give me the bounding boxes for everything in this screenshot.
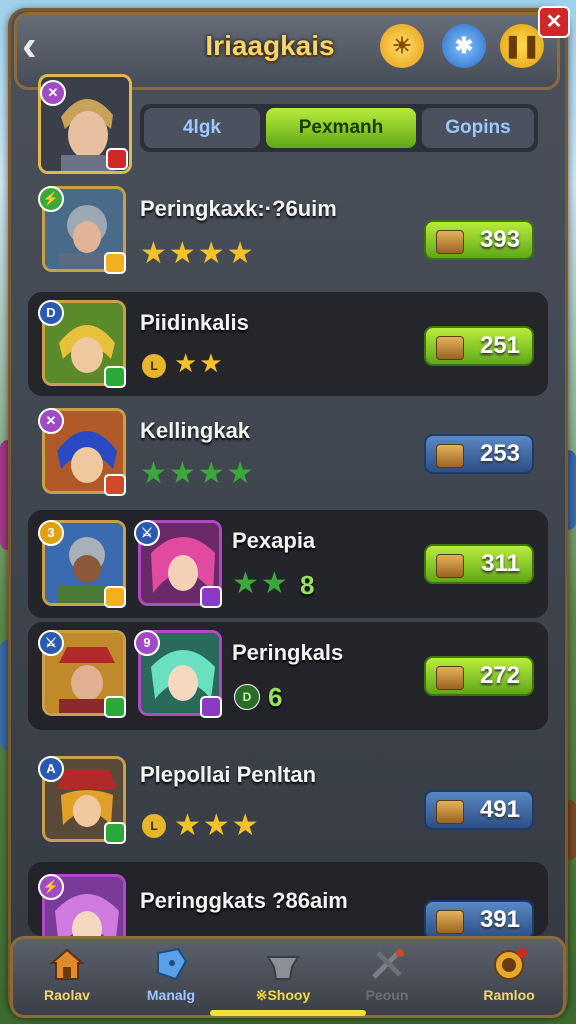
hero-name: Plepollai Penltan [140,762,317,787]
buy-button[interactable]: 391 [424,900,534,936]
hero-count: 6 [268,682,283,712]
class-badge-icon: ⚡ [38,186,64,212]
hero-name: Pexapia [232,528,316,553]
tab-bar: 4lgk Pexmanh Gopins [140,104,538,152]
buy-button[interactable]: 272 [424,656,534,696]
class-badge-icon: 3 [38,520,64,546]
class-badge-icon: A [38,756,64,782]
star-rating: ★★★★ [140,237,256,270]
bottom-nav: Raolav Manalg ※Shooy Peoun Ramloo [10,936,566,1018]
class-badge-icon: ✕ [38,408,64,434]
buy-button[interactable]: 251 [424,326,534,366]
chest-icon [436,666,464,690]
tab-gopins[interactable]: Gopins [422,108,534,148]
plus-badge-icon [104,696,126,718]
class-badge-icon: ⚔ [134,520,160,546]
star-badge-icon [104,252,126,274]
plus-badge-icon [104,822,126,844]
hero-name: Peringkals [232,640,344,665]
level-badge: L [142,814,166,838]
hero-name: Piidinkalis [140,310,249,335]
tab-pexmanh[interactable]: Pexmanh [266,108,416,148]
back-button[interactable]: ‹ [22,24,62,70]
plus-badge-icon [104,366,126,388]
swords-icon [372,949,404,979]
rank-star-icon [106,148,128,170]
fan-icon[interactable]: ✱ [442,24,486,68]
hero-name: Peringgkats ?86aim [140,888,348,913]
tab-alight[interactable]: 4lgk [144,108,260,148]
list-item[interactable]: ⚔ 9 Peringkals D 6 272 [28,622,548,730]
chest-icon [436,336,464,360]
home-icon [49,948,85,980]
class-badge-icon: 9 [134,630,160,656]
gem-badge-icon [200,696,222,718]
list-item[interactable]: A Plepollai Penltan L ★★★ 491 [28,744,548,852]
chest-icon [436,230,464,254]
hero-name: Peringkaxk:·?6uim [140,196,337,221]
list-item[interactable]: ⚡ Peringkaxk:·?6uim ★★★★ 393 [28,178,548,282]
nav-item-ramloo[interactable]: Ramloo [459,947,559,1013]
pouch-icon [494,948,527,980]
list-item[interactable]: D Piidinkalis L ★★ 251 [28,292,548,396]
list-item[interactable]: 3 ⚔ Pexapia ★★ 8 311 [28,510,548,618]
star-rating: ★★ [232,567,290,600]
nav-item-peoun[interactable]: Peoun [337,947,437,1013]
nav-item-raolav[interactable]: Raolav [17,947,117,1013]
star-rating: ★★★ [174,809,261,842]
chest-icon [436,554,464,578]
class-badge-icon: ⚡ [38,874,64,900]
chest-icon [436,800,464,824]
buy-button[interactable]: 253 [424,434,534,474]
gem-badge-icon [200,586,222,608]
level-badge: D [234,684,260,710]
active-tab-indicator [210,1010,366,1016]
nav-item-shooy[interactable]: ※Shooy [233,947,333,1013]
star-rating: ★★ [174,348,225,378]
page-title: Iriaagkais [205,30,335,61]
class-badge-icon: ✕ [40,80,66,106]
close-button[interactable]: ✕ [538,6,570,38]
list-item[interactable]: ⚡ Peringgkats ?86aim 391 [28,862,548,936]
chest-icon [436,444,464,468]
class-badge-icon: D [38,300,64,326]
star-rating: ★★★★ [140,457,256,490]
hero-count: 8 [300,570,315,600]
buy-button[interactable]: 311 [424,544,534,584]
heart-badge-icon [104,474,126,496]
nav-item-manalg[interactable]: Manalg [121,947,221,1013]
hero-name: Kellingkak [140,418,251,443]
level-badge: L [142,354,166,378]
sun-icon[interactable]: ☀ [380,24,424,68]
class-badge-icon: ⚔ [38,630,64,656]
buy-button[interactable]: 393 [424,220,534,260]
shield-icon [157,947,188,981]
anvil-icon [266,956,300,980]
list-item[interactable]: ✕ Kellingkak ★★★★ 253 [28,400,548,504]
chest-icon [436,910,464,934]
buy-button[interactable]: 491 [424,790,534,830]
star-badge-icon [104,586,126,608]
